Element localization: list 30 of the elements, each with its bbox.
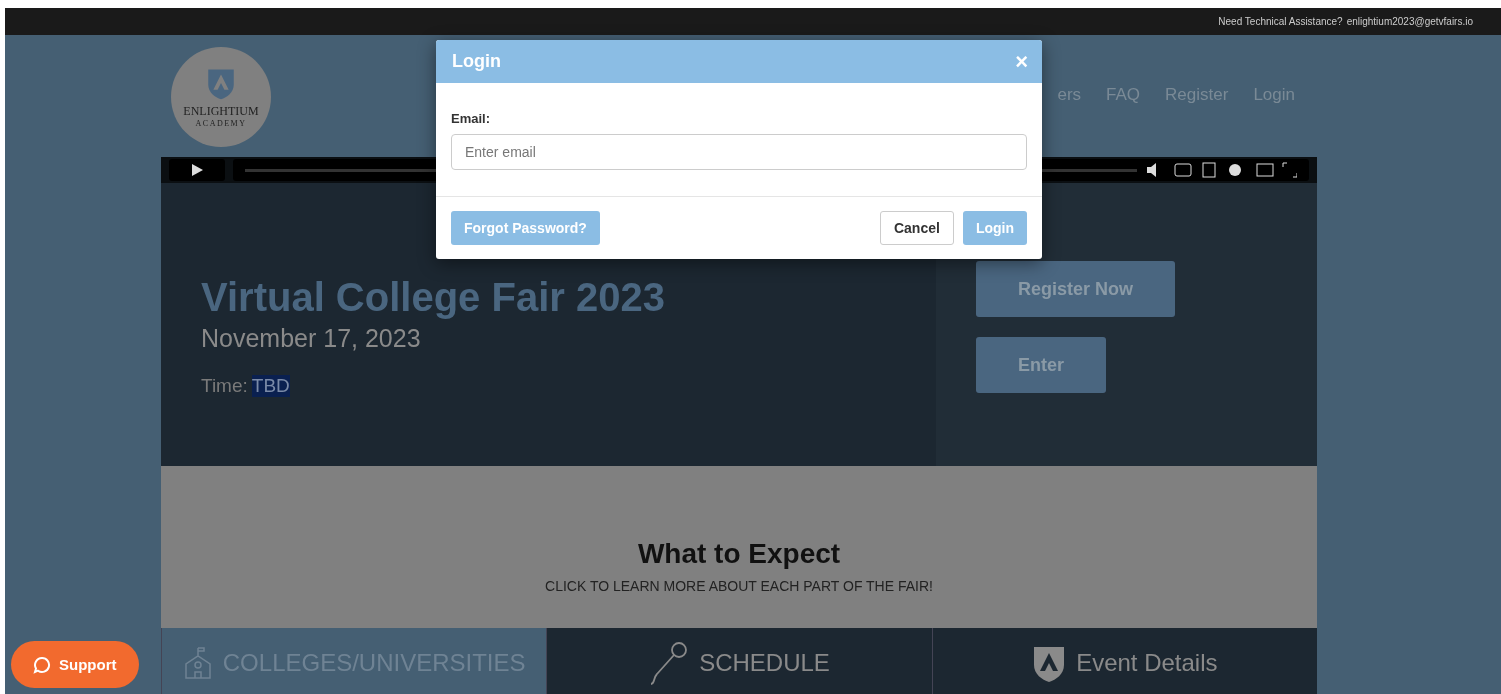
hero-button[interactable]: Register Now (976, 261, 1176, 317)
video-tool-icons[interactable] (1147, 162, 1297, 178)
play-icon (190, 163, 204, 177)
support-button[interactable]: Support (11, 641, 139, 688)
logo-subtitle: ACADEMY (195, 119, 247, 128)
close-button[interactable]: × (1015, 48, 1028, 75)
dialog-title: Login (452, 51, 501, 72)
support-email: enlightium2023@getvfairs.io (1346, 16, 1473, 27)
section-tab[interactable]: SCHEDULE (546, 628, 932, 694)
microphone-icon (649, 640, 690, 686)
time-value: TBD (251, 375, 290, 397)
forgot-password-button[interactable]: Forgot Password? (451, 211, 600, 245)
login-button[interactable]: Login (962, 211, 1027, 245)
event-date: November 17, 2023 (201, 324, 422, 353)
assistance-text: Need Technical Assistance? (1218, 16, 1343, 27)
cancel-button[interactable]: Cancel (879, 211, 954, 245)
academy-logo[interactable]: ENLIGHTIUM ACADEMY (171, 47, 271, 147)
section-subtitle: CLICK TO LEARN MORE ABOUT EACH PART OF THE FAIR! (545, 578, 933, 594)
email-field[interactable]: Enter email (451, 134, 1027, 170)
hero-button[interactable]: Enter (976, 337, 1106, 393)
school-icon (182, 646, 213, 680)
logo-name: ENLIGHTIUM (183, 104, 259, 119)
event-title: Virtual College Fair 2023 (201, 275, 666, 320)
shield-logo-icon (206, 66, 236, 100)
section-tab[interactable]: Event Details (931, 628, 1317, 694)
section-heading: What to Expect (637, 538, 841, 570)
chat-bubble-icon (33, 655, 51, 674)
play-button[interactable] (169, 159, 225, 181)
time-label: Time: (201, 375, 248, 397)
email-label: Email: (451, 111, 491, 126)
